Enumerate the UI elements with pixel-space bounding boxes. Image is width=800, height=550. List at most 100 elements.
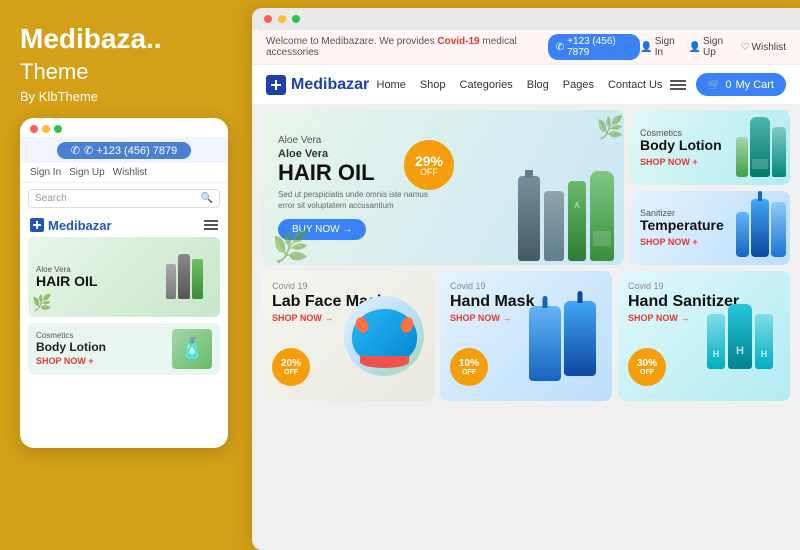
hero-discount-badge: 29% OFF bbox=[404, 140, 454, 190]
mobile-preview: ✆ ✆ +123 (456) 7879 Sign In Sign Up Wish… bbox=[20, 118, 228, 448]
topbar-welcome-text: Welcome to Medibazare. We provides bbox=[266, 36, 435, 47]
badge-off: OFF bbox=[420, 168, 438, 177]
mobile-card-title: Body Lotion bbox=[36, 340, 106, 354]
topbar-signup[interactable]: 👤 Sign Up bbox=[689, 36, 731, 58]
site-logo-text: Medibazar bbox=[291, 76, 369, 94]
mobile-chrome bbox=[20, 118, 228, 137]
browser-dot-yellow bbox=[278, 15, 286, 23]
hero-bottle-1 bbox=[518, 176, 540, 261]
mobile-signup[interactable]: Sign Up bbox=[69, 167, 105, 178]
nav-right: 🛒 0 My Cart bbox=[670, 73, 786, 96]
mobile-card-text: Cosmetics Body Lotion SHOP NOW + bbox=[36, 331, 106, 366]
nav-contact[interactable]: Contact Us bbox=[608, 79, 662, 91]
browser-chrome bbox=[252, 8, 800, 30]
mobile-phone-btn[interactable]: ✆ ✆ +123 (456) 7879 bbox=[57, 142, 192, 159]
phone-icon-top: ✆ bbox=[556, 42, 564, 53]
site-topbar: Welcome to Medibazare. We provides Covid… bbox=[252, 30, 800, 65]
mobile-nav: Sign In Sign Up Wishlist bbox=[20, 163, 228, 183]
handmask-badge-pct: 10% bbox=[459, 359, 479, 369]
search-icon[interactable]: 🔍 bbox=[201, 193, 213, 204]
heart-icon: ♡ bbox=[741, 42, 750, 53]
lotion-icon: 🧴 bbox=[180, 336, 205, 361]
left-title: Medibaza.. bbox=[20, 24, 228, 55]
nav-blog[interactable]: Blog bbox=[527, 79, 549, 91]
hero-banner: 🌿 🌿 Aloe Vera Aloe Vera HAIR OIL Sed ut … bbox=[262, 110, 624, 265]
facemask-badge-off: OFF bbox=[284, 369, 298, 376]
side-lotion-bottle-1 bbox=[736, 137, 748, 177]
hero-product-bottles bbox=[518, 110, 614, 265]
mobile-signin[interactable]: Sign In bbox=[30, 167, 61, 178]
hs-bottle-1 bbox=[707, 314, 725, 369]
nav-shop[interactable]: Shop bbox=[420, 79, 446, 91]
site-header: Welcome to Medibazare. We provides Covid… bbox=[252, 30, 800, 104]
topbar-phone-pill[interactable]: ✆ +123 (456) 7879 bbox=[548, 34, 641, 60]
cart-button[interactable]: 🛒 0 My Cart bbox=[696, 73, 786, 96]
phone-icon: ✆ bbox=[71, 144, 80, 157]
hero-bottle-4 bbox=[590, 171, 614, 261]
side-lotion-bottle-2 bbox=[750, 117, 770, 177]
mobile-logo-text: Medibazar bbox=[48, 218, 112, 233]
mobile-hero-img bbox=[157, 254, 212, 299]
site-logo[interactable]: Medibazar bbox=[266, 75, 369, 95]
sanitizer-img bbox=[690, 271, 790, 401]
hero-bottle-3 bbox=[568, 181, 586, 261]
left-subtitle: Theme bbox=[20, 59, 228, 85]
mobile-card-label: Cosmetics bbox=[36, 331, 106, 340]
badge-pct: 29% bbox=[415, 154, 443, 168]
handmask-badge: 10% OFF bbox=[450, 348, 488, 386]
mobile-shop-now[interactable]: SHOP NOW + bbox=[36, 356, 106, 366]
sanitizer-badge-pct: 30% bbox=[637, 359, 657, 369]
mobile-bottle-1 bbox=[166, 264, 176, 299]
topbar-welcome: Welcome to Medibazare. We provides Covid… bbox=[266, 36, 542, 58]
topbar-left: Welcome to Medibazare. We provides Covid… bbox=[266, 34, 640, 60]
handmask-badge-off: OFF bbox=[462, 369, 476, 376]
nav-home[interactable]: Home bbox=[377, 79, 406, 91]
main-panel: Welcome to Medibazare. We provides Covid… bbox=[252, 8, 800, 550]
nav-hamburger-icon[interactable] bbox=[670, 80, 686, 90]
dot-yellow bbox=[42, 125, 50, 133]
side-lotion-bottle-3 bbox=[772, 127, 786, 177]
cart-icon: 🛒 bbox=[708, 78, 722, 91]
sanitizer-badge: 30% OFF bbox=[628, 348, 666, 386]
site-content: 🌿 🌿 Aloe Vera Aloe Vera HAIR OIL Sed ut … bbox=[252, 104, 800, 271]
sanitizer-badge-off: OFF bbox=[640, 369, 654, 376]
product-cards: Covid 19 Lab Face Mask SHOP NOW → 20% OF… bbox=[252, 271, 800, 409]
mobile-hero-big: HAIR OIL bbox=[36, 274, 157, 289]
mobile-hero-text: Aloe Vera HAIR OIL bbox=[36, 265, 157, 289]
side-banner-lotion-img bbox=[736, 117, 786, 177]
left-panel: Medibaza.. Theme By KlbTheme ✆ ✆ +123 (4… bbox=[0, 0, 248, 550]
browser-dot-green bbox=[292, 15, 300, 23]
topbar-covid-link[interactable]: Covid-19 bbox=[437, 36, 479, 47]
topbar-phone: +123 (456) 7879 bbox=[567, 36, 632, 58]
nav-pages[interactable]: Pages bbox=[563, 79, 594, 91]
nav-categories[interactable]: Categories bbox=[460, 79, 513, 91]
mobile-hamburger-icon[interactable] bbox=[204, 220, 218, 230]
site-logo-icon bbox=[266, 75, 286, 95]
product-card-facemask: Covid 19 Lab Face Mask SHOP NOW → 20% OF… bbox=[262, 271, 434, 401]
signup-icon: 👤 bbox=[689, 42, 701, 53]
side-banner-san-img bbox=[736, 199, 786, 257]
mobile-phone-number: ✆ +123 (456) 7879 bbox=[84, 144, 177, 157]
side-banner-sanitizer: Sanitizer Temperature SHOP NOW + bbox=[630, 191, 790, 266]
cart-count: 0 bbox=[725, 79, 731, 91]
mobile-search-bar[interactable]: Search 🔍 bbox=[28, 189, 220, 208]
topbar-right: 👤 Sign In 👤 Sign Up ♡ Wishlist bbox=[640, 36, 786, 58]
product-card-handmask: Covid 19 Hand Mask SHOP NOW → 10% OFF bbox=[440, 271, 612, 401]
topbar-signin[interactable]: 👤 Sign In bbox=[640, 36, 678, 58]
hs-bottle-big bbox=[728, 304, 752, 369]
mobile-wishlist[interactable]: Wishlist bbox=[113, 167, 147, 178]
topbar-wishlist[interactable]: ♡ Wishlist bbox=[741, 42, 786, 53]
cart-label: My Cart bbox=[735, 79, 774, 91]
facemask-visual bbox=[344, 296, 424, 376]
leaf-icon-mobile: 🌿 bbox=[32, 293, 52, 313]
signin-icon: 👤 bbox=[640, 42, 652, 53]
side-banners: Cosmetics Body Lotion SHOP NOW + Sanitiz… bbox=[630, 110, 790, 265]
mobile-logo-row: Medibazar bbox=[20, 214, 228, 237]
site-navbar: Medibazar Home Shop Categories Blog Page… bbox=[252, 65, 800, 104]
mobile-logo[interactable]: Medibazar bbox=[30, 218, 112, 233]
sanitizer-bottles bbox=[707, 304, 773, 369]
mobile-hero-banner: Aloe Vera HAIR OIL 🌿 bbox=[28, 237, 220, 317]
handmask-img bbox=[512, 271, 612, 401]
left-by: By KlbTheme bbox=[20, 89, 228, 104]
san-bottle-2 bbox=[771, 202, 786, 257]
